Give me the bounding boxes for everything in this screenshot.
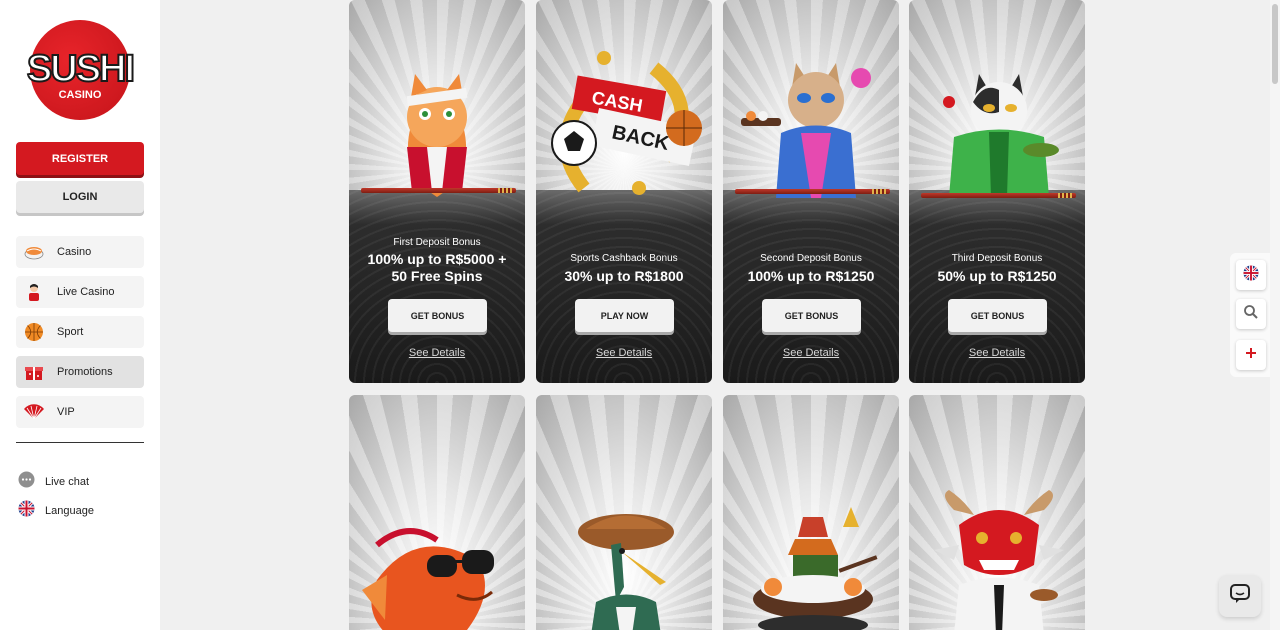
sidebar: SUSHI CASINO REGISTER LOGIN Casino Live … <box>0 0 160 630</box>
red-dragon-samurai-illustration <box>934 490 1064 630</box>
promo-offer-line1: 30% up to R$1800 <box>564 268 684 284</box>
search-button[interactable] <box>1236 299 1266 329</box>
chat-icon <box>18 471 35 493</box>
fan-icon <box>23 401 45 423</box>
ninja-cat-illustration <box>406 74 468 197</box>
promo-offer-line1: 50% up to R$1250 <box>937 268 1057 284</box>
get-bonus-button[interactable]: GET BONUS <box>762 299 861 332</box>
goldfish-sunglasses-illustration <box>362 528 494 630</box>
sidebar-item-live-casino[interactable]: Live Casino <box>16 276 144 308</box>
sidebar-item-casino[interactable]: Casino <box>16 236 144 268</box>
sushi-casino-logo[interactable]: SUSHI CASINO <box>22 20 138 120</box>
promo-offer-line1: 100% up to R$1250 <box>747 268 875 284</box>
language-link[interactable]: Language <box>18 500 94 522</box>
sidebar-item-label: Casino <box>57 246 92 258</box>
floating-toolbar <box>1230 253 1270 377</box>
language-flag-button[interactable] <box>1236 260 1266 290</box>
gift-icon <box>23 361 45 383</box>
promo-card-red-dragon[interactable] <box>909 395 1085 630</box>
promo-title: Third Deposit Bonus <box>951 253 1043 264</box>
green-cat-illustration <box>943 74 1059 197</box>
chat-support-button[interactable] <box>1219 575 1261 617</box>
scrollbar-thumb[interactable] <box>1272 4 1278 84</box>
live-chat-label: Live chat <box>45 476 90 488</box>
see-details-link[interactable]: See Details <box>349 347 525 359</box>
promo-title: Second Deposit Bonus <box>760 253 862 264</box>
crane-straw-hat-illustration <box>578 514 674 630</box>
promo-card-sushi-pagoda[interactable] <box>723 395 899 630</box>
logo-text: SUSHI <box>26 48 136 90</box>
language-label: Language <box>45 505 94 517</box>
promo-card-first-deposit: First Deposit Bonus 100% up to R$5000 + … <box>349 0 525 383</box>
promo-card-crane[interactable] <box>536 395 712 630</box>
uk-flag-icon <box>1243 264 1259 286</box>
live-chat-link[interactable]: Live chat <box>18 471 90 493</box>
promo-offer-line1: 100% up to R$5000 + <box>367 251 507 267</box>
chopsticks-decoration <box>735 189 890 194</box>
sushi-icon <box>23 241 45 263</box>
see-details-link[interactable]: See Details <box>536 347 712 359</box>
sidebar-item-promotions[interactable]: Promotions <box>16 356 144 388</box>
uk-flag-icon <box>18 500 35 522</box>
see-details-link[interactable]: See Details <box>723 347 899 359</box>
get-bonus-button[interactable]: GET BONUS <box>948 299 1047 332</box>
promo-card-goldfish[interactable] <box>349 395 525 630</box>
promo-title: Sports Cashback Bonus <box>570 253 678 264</box>
kimono-cat-illustration <box>741 63 871 198</box>
promo-card-second-deposit: Second Deposit Bonus 100% up to R$1250 G… <box>723 0 899 383</box>
chat-support-icon <box>1229 583 1251 610</box>
sidebar-item-sport[interactable]: Sport <box>16 316 144 348</box>
page-scrollbar[interactable] <box>1270 0 1280 630</box>
promo-card-sports-cashback: CASH BACK Sports Cashback Bonus 30% up t… <box>536 0 712 383</box>
basketball-icon <box>23 321 45 343</box>
chopsticks-decoration <box>361 188 516 193</box>
sushi-pagoda-illustration <box>753 507 878 630</box>
promo-title: First Deposit Bonus <box>393 237 481 248</box>
register-button[interactable]: REGISTER <box>16 142 144 175</box>
sidebar-item-label: Promotions <box>57 366 113 378</box>
sidebar-item-label: Sport <box>57 326 84 338</box>
plus-icon <box>1245 346 1257 364</box>
search-icon <box>1243 304 1259 325</box>
sidebar-item-vip[interactable]: VIP <box>16 396 144 428</box>
sidebar-item-label: VIP <box>57 406 75 418</box>
sidebar-item-label: Live Casino <box>57 286 115 298</box>
chopsticks-decoration <box>921 193 1076 198</box>
promo-card-third-deposit: Third Deposit Bonus 50% up to R$1250 GET… <box>909 0 1085 383</box>
dealer-icon <box>23 281 45 303</box>
add-button[interactable] <box>1236 340 1266 370</box>
see-details-link[interactable]: See Details <box>909 347 1085 359</box>
get-bonus-button[interactable]: GET BONUS <box>388 299 487 332</box>
logo-subtext: CASINO <box>58 89 102 101</box>
promo-offer-line2: 50 Free Spins <box>391 268 483 284</box>
cash-back-illustration: CASH BACK <box>551 51 702 195</box>
login-button[interactable]: LOGIN <box>16 181 144 213</box>
sidebar-divider <box>16 442 144 443</box>
play-now-button[interactable]: PLAY NOW <box>575 299 674 332</box>
